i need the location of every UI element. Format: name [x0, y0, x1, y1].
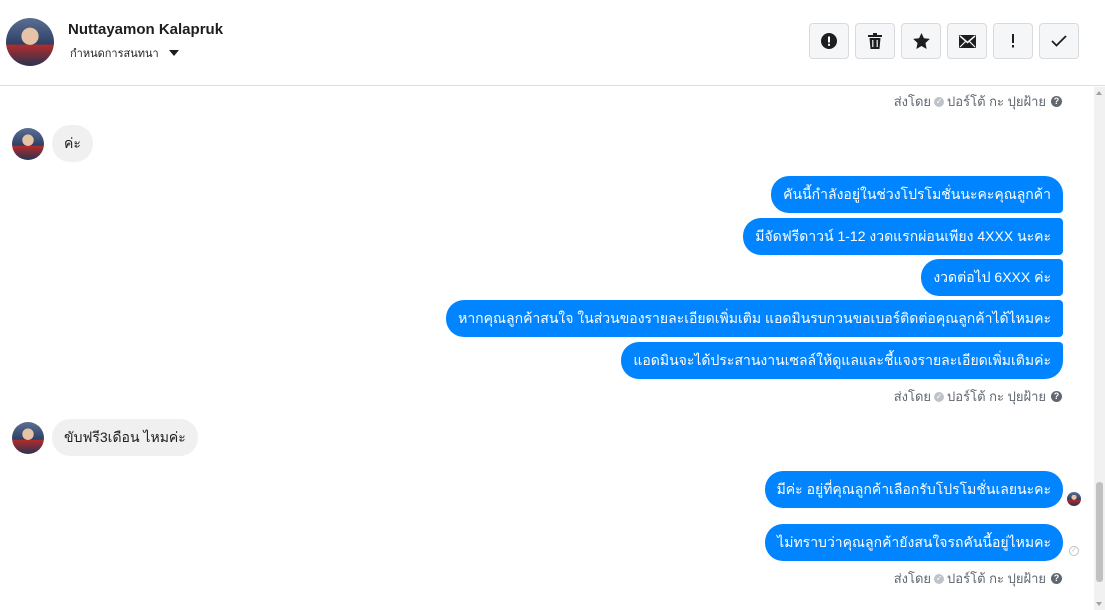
help-icon[interactable]: ? — [1051, 391, 1062, 402]
delete-button[interactable] — [855, 23, 895, 59]
conversation-header: Nuttayamon Kalapruk กำหนดการสนทนา — [0, 0, 1105, 86]
sent-by-info: ส่งโดย ✓ ปอร์โต้ กะ ปุยฝ้าย ? — [894, 91, 1062, 112]
contact-avatar[interactable] — [6, 18, 54, 66]
sent-by-prefix: ส่งโดย — [893, 94, 932, 109]
assign-conversation-dropdown[interactable]: กำหนดการสนทนา — [70, 44, 179, 62]
trash-icon — [868, 33, 882, 49]
sent-by-prefix: ส่งโดย — [893, 389, 932, 404]
outgoing-message-bubble[interactable]: หากคุณลูกค้าสนใจ ในส่วนของรายละเอียดเพิ่… — [446, 300, 1063, 337]
read-receipt-avatar — [1067, 492, 1081, 506]
exclamation-icon — [1012, 34, 1014, 48]
follow-up-button[interactable] — [993, 23, 1033, 59]
sent-by-agent: ปอร์โต้ กะ ปุยฝ้าย — [947, 571, 1046, 586]
scroll-thumb[interactable] — [1096, 482, 1103, 582]
star-icon — [912, 33, 930, 49]
contact-avatar-small — [12, 421, 44, 454]
verified-icon: ✓ — [934, 391, 945, 402]
verified-icon: ✓ — [934, 96, 945, 107]
check-icon — [1051, 35, 1067, 47]
message-bubble[interactable]: ขับฟรี3เดือน ไหมค่ะ — [52, 419, 198, 456]
conversation-toolbar — [809, 23, 1079, 59]
contact-avatar-small — [12, 127, 44, 160]
sent-status-icon: ✓ — [1069, 546, 1079, 556]
mark-done-button[interactable] — [1039, 23, 1079, 59]
envelope-icon — [958, 34, 976, 48]
sent-by-info: ส่งโดย ✓ ปอร์โต้ กะ ปุยฝ้าย ? — [894, 568, 1062, 589]
help-icon[interactable]: ? — [1051, 96, 1062, 107]
sent-by-info: ส่งโดย ✓ ปอร์โต้ กะ ปุยฝ้าย ? — [894, 386, 1062, 407]
outgoing-message-bubble[interactable]: มีจัดฟรีดาวน์ 1-12 งวดแรกผ่อนเพียง 4XXX … — [743, 218, 1063, 255]
caret-down-icon — [168, 50, 179, 56]
mark-spam-button[interactable] — [809, 23, 849, 59]
mark-unread-button[interactable] — [947, 23, 987, 59]
outgoing-message-bubble[interactable]: ไม่ทราบว่าคุณลูกค้ายังสนใจรถคันนี้อยู่ไห… — [765, 524, 1063, 561]
outgoing-message-bubble[interactable]: มีค่ะ อยู่ที่คุณลูกค้าเลือกรับโปรโมชั่นเ… — [764, 471, 1063, 508]
alert-circle-icon — [821, 33, 837, 49]
outgoing-message-bubble[interactable]: แอดมินจะได้ประสานงานเซลล์ให้ดูแลและชี้แจ… — [621, 342, 1063, 379]
outgoing-message-bubble[interactable]: คันนี้กำลังอยู่ในช่วงโปรโมชั่นนะคะคุณลูก… — [771, 176, 1063, 213]
verified-icon: ✓ — [934, 573, 945, 584]
sent-by-prefix: ส่งโดย — [893, 571, 932, 586]
sent-by-agent: ปอร์โต้ กะ ปุยฝ้าย — [947, 389, 1046, 404]
help-icon[interactable]: ? — [1051, 573, 1062, 584]
outgoing-message-bubble[interactable]: งวดต่อไป 6XXX ค่ะ — [921, 259, 1063, 296]
scroll-up-arrow-icon[interactable] — [1096, 91, 1102, 95]
message-scrollbar[interactable] — [1094, 87, 1105, 610]
incoming-message: ขับฟรี3เดือน ไหมค่ะ — [12, 419, 198, 456]
incoming-message: ค่ะ — [12, 125, 93, 162]
message-bubble[interactable]: ค่ะ — [52, 125, 93, 162]
assign-conversation-label: กำหนดการสนทนา — [70, 48, 159, 60]
contact-name[interactable]: Nuttayamon Kalapruk — [68, 21, 223, 38]
star-button[interactable] — [901, 23, 941, 59]
sent-by-agent: ปอร์โต้ กะ ปุยฝ้าย — [947, 94, 1046, 109]
scroll-down-arrow-icon[interactable] — [1096, 602, 1102, 606]
